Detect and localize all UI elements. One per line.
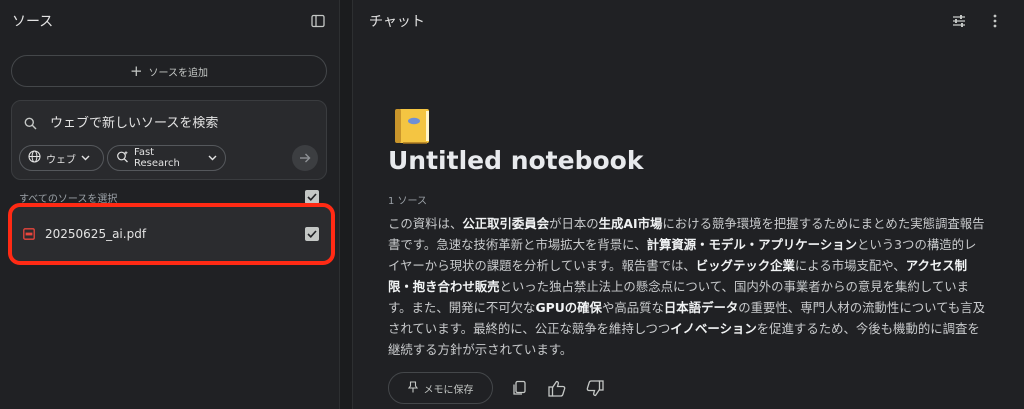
chevron-down-icon <box>208 153 217 164</box>
plus-icon: + <box>129 61 143 80</box>
submit-search-button[interactable] <box>292 145 318 171</box>
pdf-icon <box>23 225 35 244</box>
sparkle-search-icon <box>116 150 129 166</box>
chevron-down-icon <box>81 153 90 164</box>
notebook-title: Untitled notebook <box>388 146 644 175</box>
source-checkbox[interactable] <box>305 227 319 241</box>
summary-keyword: GPUの確保 <box>535 300 602 315</box>
sources-title: ソース <box>12 14 54 30</box>
search-input[interactable] <box>48 115 308 131</box>
research-chip-label: Fast Research <box>134 147 180 169</box>
thumbs-down-icon[interactable] <box>583 376 607 400</box>
summary-keyword: 計算資源・モデル・アプリケーション <box>646 237 857 252</box>
research-mode-dropdown[interactable]: Fast Research <box>107 145 226 171</box>
summary-keyword: イノベーション <box>670 321 757 336</box>
add-source-button[interactable]: + ソースを追加 <box>11 55 327 87</box>
summary-text: や高品質な <box>601 300 664 315</box>
chat-panel: チャット Untitled notebook 1 ソース この資料は、公正取引委 <box>352 0 1024 409</box>
summary-keyword: 公正取引委員会 <box>462 216 550 231</box>
pin-icon <box>407 380 418 396</box>
notebook-summary: この資料は、公正取引委員会が日本の生成AI市場における競争環境を把握するためにま… <box>388 213 988 360</box>
summary-keyword: ビッグテック企業 <box>695 258 795 273</box>
summary-text: この資料は、 <box>388 216 463 231</box>
save-to-note-button[interactable]: メモに保存 <box>388 372 493 404</box>
chat-header: チャット <box>353 0 1024 42</box>
summary-keyword: 日本語データ <box>663 300 739 315</box>
summary-text: が日本の <box>549 216 599 231</box>
add-source-label: ソースを追加 <box>148 67 209 79</box>
web-search-box: ウェブ Fast Research <box>11 100 327 180</box>
summary-text: による市場支配や、 <box>794 258 906 273</box>
chat-title: チャット <box>369 14 425 30</box>
summary-keyword: 生成AI市場 <box>598 216 663 231</box>
sources-panel: ソース + ソースを追加 ウェブで新しいソースを検索 ウェブ Fast Rese… <box>0 0 340 409</box>
arrow-right-icon <box>299 149 311 168</box>
source-item[interactable]: 20250625_ai.pdf <box>8 203 335 265</box>
search-icon <box>12 117 48 130</box>
tune-icon[interactable] <box>946 8 972 34</box>
more-vert-icon[interactable] <box>982 8 1008 34</box>
collapse-panel-icon[interactable] <box>305 8 331 34</box>
source-file-name: 20250625_ai.pdf <box>45 227 147 241</box>
select-all-checkbox[interactable] <box>305 190 319 204</box>
sources-header: ソース <box>0 0 339 42</box>
summary-actions: メモに保存 <box>388 372 607 404</box>
globe-icon <box>28 150 41 166</box>
notebook-emoji-icon <box>393 106 433 146</box>
thumbs-up-icon[interactable] <box>545 376 569 400</box>
save-to-note-label: メモに保存 <box>423 384 474 396</box>
copy-icon[interactable] <box>507 376 531 400</box>
app: ソース + ソースを追加 ウェブで新しいソースを検索 ウェブ Fast Rese… <box>0 0 1024 409</box>
web-chip-label: ウェブ <box>46 154 76 166</box>
web-source-dropdown[interactable]: ウェブ <box>19 145 104 171</box>
source-count: 1 ソース <box>388 196 428 207</box>
